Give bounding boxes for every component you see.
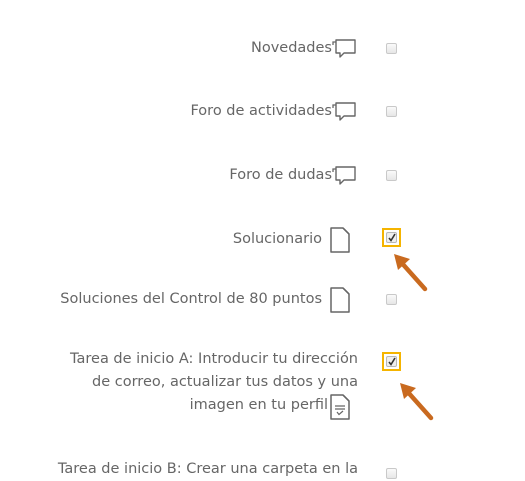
activity-label-line[interactable]: imagen en tu perfil	[190, 394, 328, 416]
activity-row-novedades: Novedades	[0, 35, 525, 61]
activity-row-tarea-inicio-b: Tarea de inicio B: Crear una carpeta en …	[0, 458, 525, 481]
checkbox-tarea-inicio-b[interactable]	[386, 468, 397, 479]
activity-row-foro-actividades: Foro de actividades	[0, 98, 525, 124]
check-icon	[388, 233, 396, 242]
activity-label[interactable]: Tarea de inicio B: Crear una carpeta en …	[58, 458, 358, 480]
forum-icon	[332, 102, 356, 121]
checkbox-soluciones-control[interactable]	[386, 294, 397, 305]
checkbox-tarea-inicio-a[interactable]	[386, 356, 397, 367]
file-icon	[330, 227, 350, 253]
activity-label[interactable]: Soluciones del Control de 80 puntos	[60, 288, 322, 310]
activity-label[interactable]: Foro de actividades	[190, 100, 332, 122]
activity-row-tarea-inicio-a: Tarea de inicio A: Introducir tu direcci…	[0, 348, 525, 438]
check-icon	[388, 357, 396, 366]
forum-icon	[332, 39, 356, 58]
assignment-icon	[330, 394, 350, 420]
activity-label-line[interactable]: Tarea de inicio A: Introducir tu direcci…	[70, 348, 358, 370]
file-icon	[330, 287, 350, 313]
activity-label[interactable]: Foro de dudas	[229, 164, 332, 186]
checkbox-foro-actividades[interactable]	[386, 106, 397, 117]
checkbox-solucionario[interactable]	[386, 232, 397, 243]
activity-label-line[interactable]: de correo, actualizar tus datos y una	[92, 371, 358, 393]
activity-row-soluciones-control: Soluciones del Control de 80 puntos	[0, 286, 525, 314]
activity-row-foro-dudas: Foro de dudas	[0, 162, 525, 188]
activity-label[interactable]: Solucionario	[233, 228, 322, 250]
arrow-pointer-icon	[400, 383, 434, 421]
checkbox-novedades[interactable]	[386, 43, 397, 54]
checkbox-foro-dudas[interactable]	[386, 170, 397, 181]
activity-label[interactable]: Novedades	[251, 37, 332, 59]
activity-row-solucionario: Solucionario	[0, 226, 525, 254]
forum-icon	[332, 166, 356, 185]
